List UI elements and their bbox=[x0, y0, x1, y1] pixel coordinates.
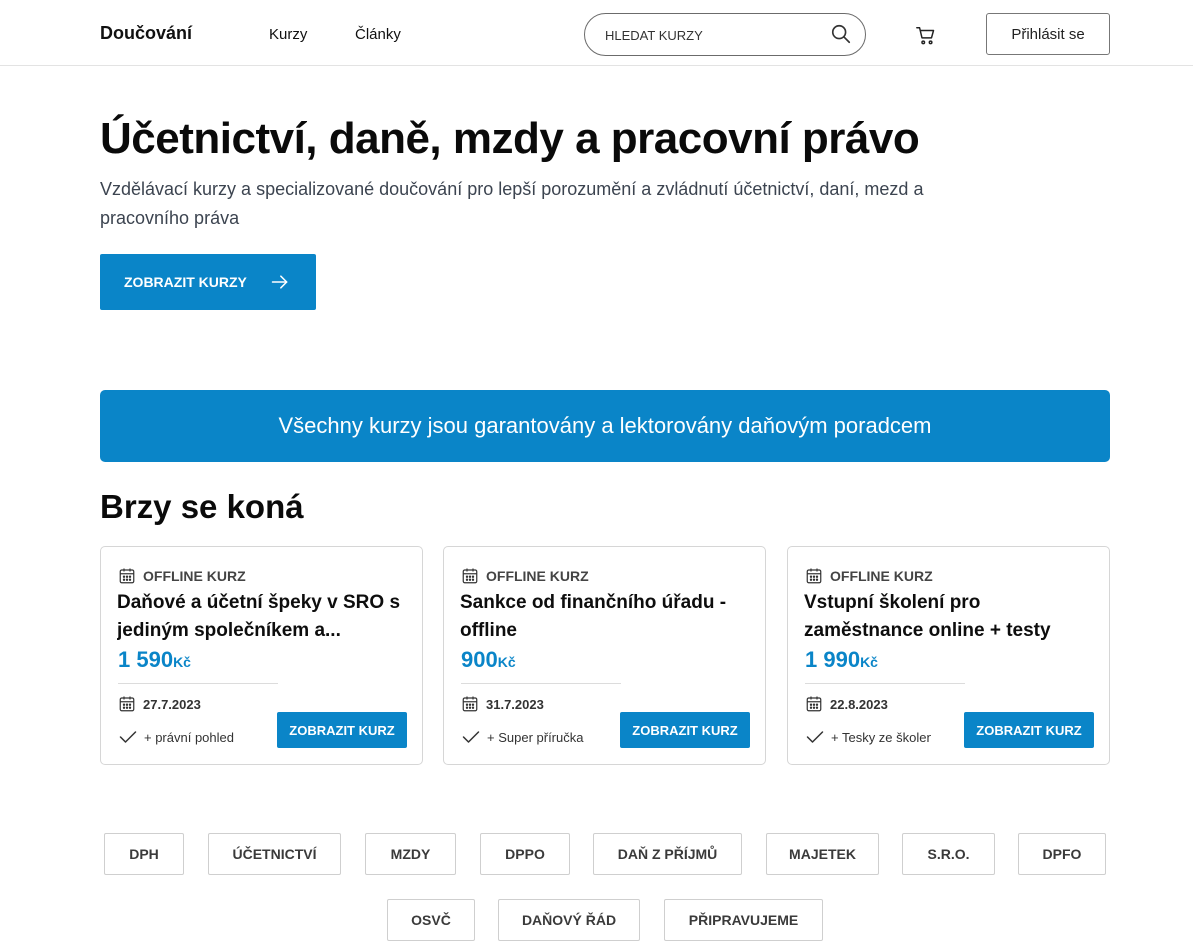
show-course-button[interactable]: ZOBRAZIT KURZ bbox=[277, 712, 407, 748]
category-tag-dppo[interactable]: DPPO bbox=[480, 833, 570, 875]
course-card[interactable]: OFFLINE KURZ Daňové a účetní špeky v SRO… bbox=[100, 546, 423, 765]
show-course-button[interactable]: ZOBRAZIT KURZ bbox=[620, 712, 750, 748]
category-tag-pripravujeme[interactable]: PŘIPRAVUJEME bbox=[664, 899, 823, 941]
upcoming-section-title: Brzy se koná bbox=[100, 488, 304, 525]
course-price: 1 990Kč bbox=[805, 647, 878, 673]
category-tag-dpfo[interactable]: DPFO bbox=[1018, 833, 1106, 875]
course-feature: + Tesky ze školení bbox=[805, 727, 931, 747]
hero-subtitle: Vzdělávací kurzy a specializované doučov… bbox=[100, 179, 924, 228]
course-date: 22.8.2023 bbox=[805, 695, 888, 713]
course-feature-text: + Super příručka bbox=[487, 729, 584, 745]
course-type: OFFLINE KURZ bbox=[118, 567, 246, 585]
category-tag-osvc[interactable]: OSVČ bbox=[387, 899, 475, 941]
price-currency: Kč bbox=[860, 654, 878, 670]
course-title[interactable]: Vstupní školení pro zaměstnance online +… bbox=[804, 589, 1094, 645]
course-card[interactable]: OFFLINE KURZ Sankce od finančního úřadu … bbox=[443, 546, 766, 765]
search-icon[interactable] bbox=[830, 23, 852, 45]
calendar-icon bbox=[806, 696, 822, 712]
category-tag-ucetnictvi[interactable]: ÚČETNICTVÍ bbox=[208, 833, 341, 875]
search-input[interactable] bbox=[605, 24, 825, 46]
show-courses-label: ZOBRAZIT KURZY bbox=[124, 274, 247, 290]
course-title[interactable]: Sankce od finančního úřadu - offline bbox=[460, 589, 750, 645]
course-feature-text: + právní pohled bbox=[144, 729, 234, 745]
calendar-icon bbox=[806, 568, 822, 584]
nav-link-kurzy[interactable]: Kurzy bbox=[269, 26, 307, 43]
price-value: 1 590 bbox=[118, 647, 174, 672]
login-button[interactable]: Přihlásit se bbox=[986, 13, 1110, 55]
course-type-label: OFFLINE KURZ bbox=[143, 568, 246, 584]
card-divider bbox=[461, 683, 621, 684]
calendar-icon bbox=[462, 696, 478, 712]
nav-link-clanky[interactable]: Články bbox=[355, 26, 401, 43]
category-tag-sro[interactable]: S.R.O. bbox=[902, 833, 995, 875]
card-divider bbox=[118, 683, 278, 684]
site-logo[interactable]: Doučování bbox=[100, 23, 192, 44]
course-price: 1 590Kč bbox=[118, 647, 191, 673]
category-tag-danovy-rad[interactable]: DAŇOVÝ ŘÁD bbox=[498, 899, 640, 941]
course-feature: + Super příručka bbox=[461, 727, 587, 747]
price-value: 1 990 bbox=[805, 647, 861, 672]
course-date-value: 31.7.2023 bbox=[486, 696, 544, 712]
calendar-icon bbox=[119, 568, 135, 584]
course-type: OFFLINE KURZ bbox=[805, 567, 933, 585]
course-date-value: 27.7.2023 bbox=[143, 696, 201, 712]
course-title[interactable]: Daňové a účetní špeky v SRO s jediným sp… bbox=[117, 589, 407, 645]
cart-icon[interactable] bbox=[915, 25, 937, 47]
course-date: 27.7.2023 bbox=[118, 695, 201, 713]
course-feature-text: + Tesky ze školení bbox=[831, 729, 931, 745]
check-icon bbox=[806, 731, 824, 743]
course-date-value: 22.8.2023 bbox=[830, 696, 888, 712]
calendar-icon bbox=[119, 696, 135, 712]
hero-title: Účetnictví, daně, mzdy a pracovní právo bbox=[100, 114, 920, 163]
arrow-right-icon bbox=[271, 275, 288, 289]
check-icon bbox=[462, 731, 480, 743]
price-value: 900 bbox=[461, 647, 498, 672]
category-tag-dph[interactable]: DPH bbox=[104, 833, 184, 875]
course-price: 900Kč bbox=[461, 647, 516, 673]
category-tag-majetek[interactable]: MAJETEK bbox=[766, 833, 879, 875]
course-type-label: OFFLINE KURZ bbox=[486, 568, 589, 584]
category-tag-mzdy[interactable]: MZDY bbox=[365, 833, 456, 875]
card-divider bbox=[805, 683, 965, 684]
course-type: OFFLINE KURZ bbox=[461, 567, 589, 585]
price-currency: Kč bbox=[497, 654, 516, 670]
course-card[interactable]: OFFLINE KURZ Vstupní školení pro zaměstn… bbox=[787, 546, 1110, 765]
guarantee-banner: Všechny kurzy jsou garantovány a lektoro… bbox=[100, 390, 1110, 462]
course-type-label: OFFLINE KURZ bbox=[830, 568, 933, 584]
calendar-icon bbox=[462, 568, 478, 584]
search-box bbox=[584, 13, 866, 56]
check-icon bbox=[119, 731, 137, 743]
show-course-button[interactable]: ZOBRAZIT KURZ bbox=[964, 712, 1094, 748]
show-courses-button[interactable]: ZOBRAZIT KURZY bbox=[100, 254, 316, 310]
course-feature: + právní pohled bbox=[118, 727, 244, 747]
category-tag-dan-z-prijmu[interactable]: DAŇ Z PŘÍJMŮ bbox=[593, 833, 742, 875]
course-date: 31.7.2023 bbox=[461, 695, 544, 713]
price-currency: Kč bbox=[173, 654, 191, 670]
site-header: Doučování Kurzy Články Přihlásit se bbox=[0, 0, 1193, 66]
